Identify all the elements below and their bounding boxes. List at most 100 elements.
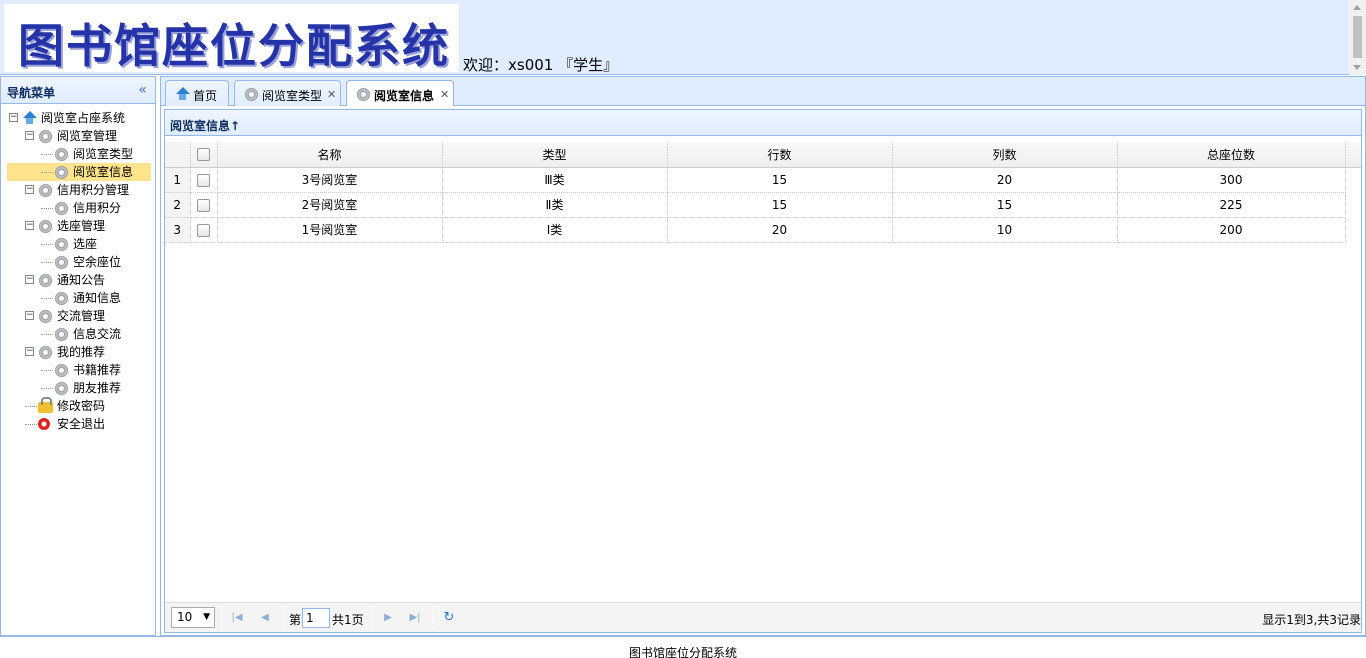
scroll-down-arrow-icon[interactable] xyxy=(1353,65,1361,70)
sidebar-item-reading-room-type[interactable]: 阅览室类型 xyxy=(7,145,151,163)
gear-icon xyxy=(38,219,53,234)
first-page-icon[interactable]: |◀ xyxy=(229,610,245,626)
tree-node-label: 信息交流 xyxy=(73,327,122,341)
lock-icon xyxy=(38,397,53,413)
tree-node-label: 修改密码 xyxy=(57,399,106,413)
gear-icon xyxy=(54,237,69,252)
column-header-name[interactable]: 名称 xyxy=(217,142,443,168)
row-checkbox[interactable] xyxy=(197,198,210,212)
column-header-total[interactable]: 总座位数 xyxy=(1117,142,1346,168)
close-icon[interactable]: ✕ xyxy=(440,88,449,101)
table-header-row: 名称 类型 行数 列数 总座位数 xyxy=(165,142,1361,168)
cell-name: 3号阅览室 xyxy=(217,167,443,193)
tree-connector xyxy=(41,370,53,371)
prev-page-icon[interactable]: ◀ xyxy=(257,610,273,626)
select-all-checkbox[interactable] xyxy=(197,148,210,162)
row-checkbox-cell[interactable] xyxy=(190,217,218,243)
sidebar-item-vacant-seats[interactable]: 空余座位 xyxy=(7,253,151,271)
scroll-thumb[interactable] xyxy=(1353,16,1362,58)
sidebar-item-book-recommendations[interactable]: 书籍推荐 xyxy=(7,361,151,379)
gear-icon xyxy=(54,291,69,306)
row-checkbox[interactable] xyxy=(197,223,210,237)
tree-connector xyxy=(41,334,53,335)
sidebar-item-reading-room-system[interactable]: − 阅览室占座系统 xyxy=(7,109,151,127)
cell-cols: 20 xyxy=(892,167,1118,193)
double-chevron-left-icon[interactable]: « xyxy=(138,82,147,98)
sidebar-item-logout[interactable]: 安全退出 xyxy=(7,415,151,433)
tree-connector xyxy=(41,388,53,389)
cell-rows: 20 xyxy=(667,217,893,243)
sidebar-item-seat-selection-management[interactable]: − 选座管理 xyxy=(7,217,151,235)
tree-node-label: 信用积分管理 xyxy=(57,183,130,197)
row-checkbox[interactable] xyxy=(197,173,210,187)
sidebar-item-announcements[interactable]: − 通知公告 xyxy=(7,271,151,289)
sidebar-item-friend-recommendations[interactable]: 朋友推荐 xyxy=(7,379,151,397)
table-row[interactable]: 1 3号阅览室 Ⅲ类 15 20 300 xyxy=(165,167,1361,193)
tree-connector xyxy=(25,424,37,425)
gear-icon xyxy=(54,165,69,180)
tree-node-label: 选座 xyxy=(73,237,98,251)
sidebar-item-reading-room-management[interactable]: − 阅览室管理 xyxy=(7,127,151,145)
gear-icon xyxy=(54,201,69,216)
sidebar-header: 导航菜单 « xyxy=(1,77,155,104)
tab-reading-room-type[interactable]: 阅览室类型 ✕ xyxy=(234,80,341,107)
sidebar-item-credit-management[interactable]: − 信用积分管理 xyxy=(7,181,151,199)
tree-node-label: 通知信息 xyxy=(73,291,122,305)
sidebar-item-communication-management[interactable]: − 交流管理 xyxy=(7,307,151,325)
tab-bar: 首页 阅览室类型 ✕ 阅览室信息 ✕ xyxy=(160,76,1366,108)
sidebar-item-my-recommendations[interactable]: − 我的推荐 xyxy=(7,343,151,361)
gear-icon xyxy=(244,87,259,102)
refresh-icon[interactable]: ↻ xyxy=(441,610,457,626)
row-number: 2 xyxy=(165,192,191,218)
table-row[interactable]: 2 2号阅览室 Ⅱ类 15 15 225 xyxy=(165,192,1361,218)
tree-node-label: 安全退出 xyxy=(57,417,106,431)
sidebar-item-credit-points[interactable]: 信用积分 xyxy=(7,199,151,217)
page-size-select[interactable]: 10 ▼ xyxy=(171,607,215,628)
collapse-toggle-icon[interactable]: − xyxy=(25,131,34,140)
dropdown-arrow-icon[interactable]: ▼ xyxy=(203,608,210,627)
close-icon[interactable]: ✕ xyxy=(327,88,336,101)
row-checkbox-cell[interactable] xyxy=(190,192,218,218)
rownum-header xyxy=(165,142,191,168)
sidebar-item-reading-room-info[interactable]: 阅览室信息 xyxy=(7,163,151,181)
nav-tree: − 阅览室占座系统 − 阅览室管理 阅览室类型 阅览室信息 − 信用积分管理信用积分 − 选座管理… xyxy=(7,109,151,433)
gear-icon xyxy=(54,327,69,342)
collapse-toggle-icon[interactable]: − xyxy=(25,347,34,356)
sidebar-item-select-seat[interactable]: 选座 xyxy=(7,235,151,253)
column-header-type[interactable]: 类型 xyxy=(442,142,668,168)
header-scrollbar[interactable] xyxy=(1349,0,1366,75)
column-header-cols[interactable]: 列数 xyxy=(892,142,1118,168)
tab-home[interactable]: 首页 xyxy=(165,80,229,107)
scrollbar-gap xyxy=(1345,142,1361,168)
tree-connector xyxy=(41,262,53,263)
tree-connector xyxy=(41,154,53,155)
table-row[interactable]: 3 1号阅览室 Ⅰ类 20 10 200 xyxy=(165,217,1361,243)
page-label: 第 xyxy=(289,613,302,627)
logo: 图书馆座位分配系统 xyxy=(4,4,459,73)
collapse-toggle-icon[interactable]: − xyxy=(25,185,34,194)
tab-label: 阅览室类型 xyxy=(262,89,323,103)
next-page-icon[interactable]: ▶ xyxy=(380,610,396,626)
gear-icon xyxy=(356,87,371,102)
exit-icon xyxy=(38,418,50,430)
datagrid-table: 名称 类型 行数 列数 总座位数 1 3号阅览室 Ⅲ类 15 20 300 2 … xyxy=(165,142,1361,243)
sidebar-item-info-exchange[interactable]: 信息交流 xyxy=(7,325,151,343)
cell-type: Ⅱ类 xyxy=(442,192,668,218)
sidebar-item-change-password[interactable]: 修改密码 xyxy=(7,397,151,415)
pagination-bar: 10 ▼ |◀ ◀ 第 1 共1页 ▶ ▶| ↻ 显示1到3,共3记录 xyxy=(165,602,1361,632)
select-all-cell[interactable] xyxy=(190,142,218,168)
sidebar-item-notifications[interactable]: 通知信息 xyxy=(7,289,151,307)
last-page-icon[interactable]: ▶| xyxy=(407,610,423,626)
scroll-up-arrow-icon[interactable] xyxy=(1353,5,1361,10)
pager-separator xyxy=(433,607,434,629)
collapse-toggle-icon[interactable]: − xyxy=(25,275,34,284)
collapse-toggle-icon[interactable]: − xyxy=(9,113,18,122)
row-checkbox-cell[interactable] xyxy=(190,167,218,193)
tree-connector xyxy=(41,208,53,209)
column-header-rows[interactable]: 行数 xyxy=(667,142,893,168)
collapse-toggle-icon[interactable]: − xyxy=(25,311,34,320)
page-number-input[interactable]: 1 xyxy=(302,608,330,628)
cell-total: 225 xyxy=(1117,192,1346,218)
collapse-toggle-icon[interactable]: − xyxy=(25,221,34,230)
tab-reading-room-info[interactable]: 阅览室信息 ✕ xyxy=(346,80,454,108)
